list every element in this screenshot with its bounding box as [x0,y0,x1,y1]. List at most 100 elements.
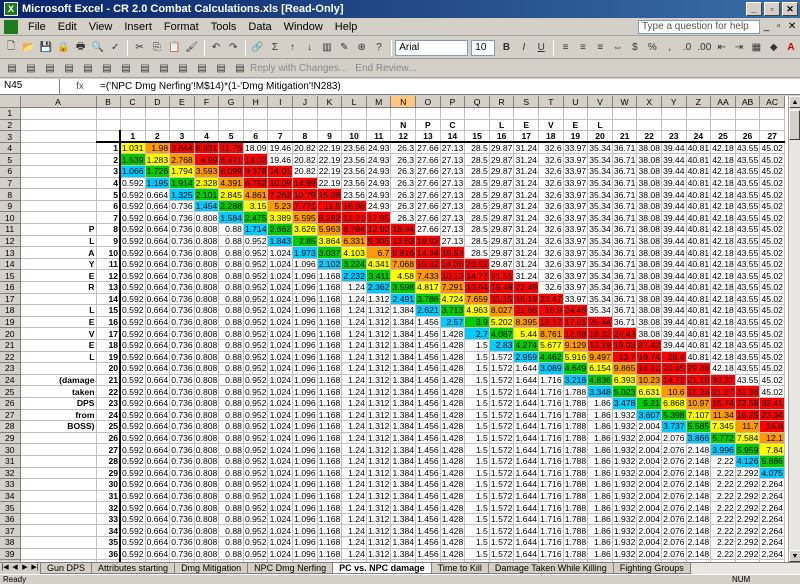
cell-n6[interactable]: 26.3 [390,165,417,178]
paste-icon[interactable]: 📋 [166,39,182,57]
cell-ac23[interactable]: 45.02 [759,362,785,375]
cell-i16[interactable]: 1.024 [267,281,294,294]
cell-c7[interactable]: 0.592 [120,177,146,190]
cell-b2[interactable] [96,119,121,132]
cell-u13[interactable]: 33.97 [563,246,589,259]
cell-c31[interactable]: 0.592 [120,455,146,468]
cell-i17[interactable]: 1.024 [267,293,294,306]
cell-y4[interactable]: 39.44 [661,142,687,155]
cell-h25[interactable]: 0.952 [243,385,269,398]
cell-e23[interactable]: 0.736 [169,362,195,375]
row-header[interactable]: 20 [0,327,21,340]
cell-u23[interactable]: 4.649 [563,362,589,375]
cell-w30[interactable]: 1.932 [612,443,638,456]
cell-e27[interactable]: 0.736 [169,409,195,422]
cell-d15[interactable]: 0.664 [145,269,171,282]
column-header-h[interactable]: H [243,96,269,109]
cell-q30[interactable]: 1.5 [464,443,490,456]
cell-r30[interactable]: 1.572 [489,443,515,456]
spreadsheet-grid[interactable]: A B C D E F G H I J K L M N O P Q R S T U V W X Y Z AA AB AC 1 2 N P C L E V… [0,96,788,562]
cell-r23[interactable]: 1.572 [489,362,515,375]
cell-x22[interactable]: 19.74 [636,351,662,364]
cell-a29[interactable] [20,432,97,445]
cell-m35[interactable]: 1.312 [366,501,392,514]
prev-sheet-icon[interactable]: ◀ [10,563,20,571]
cell-ac26[interactable]: 32.41 [759,397,785,410]
drawing-icon[interactable]: ✎ [336,39,352,57]
cell-aa4[interactable]: 42.18 [710,142,736,155]
cell-c33[interactable]: 0.592 [120,478,146,491]
cell-z29[interactable]: 3.866 [686,432,712,445]
cell-d33[interactable]: 0.664 [145,478,171,491]
cell-i38[interactable]: 1.024 [267,536,294,549]
cell-g35[interactable]: 0.88 [218,501,244,514]
cell-a6[interactable] [20,165,97,178]
cell-v27[interactable]: 1.86 [587,409,613,422]
cell-ab2[interactable] [735,119,761,132]
column-header-t[interactable]: T [538,96,564,109]
cell-n30[interactable]: 1.384 [390,443,417,456]
cell-n17[interactable]: 2.491 [390,293,417,306]
cell-h37[interactable]: 0.952 [243,524,269,538]
cell-u29[interactable]: 1.788 [563,432,589,445]
row-header[interactable]: 28 [0,420,21,433]
cell-c2[interactable] [120,119,146,132]
fx-icon[interactable]: fx [60,81,100,92]
cell-m39[interactable]: 1.312 [366,548,392,561]
cell-m2[interactable] [366,119,392,132]
row-header[interactable]: 8 [0,188,21,201]
cell-y39[interactable]: 2.076 [661,548,687,561]
cell-p21[interactable]: 1.428 [440,339,466,352]
cell-l33[interactable]: 1.24 [341,478,367,491]
cell-s13[interactable]: 31.24 [513,246,540,259]
cell-r28[interactable]: 1.572 [489,420,515,433]
cell-p4[interactable]: 27.13 [440,142,466,155]
document-icon[interactable] [4,19,18,34]
cell-c11[interactable]: 0.592 [120,223,146,236]
cell-d14[interactable]: 0.664 [145,258,171,271]
cell-ab12[interactable]: 43.55 [735,235,761,248]
cell-ac1[interactable] [759,107,785,120]
cell-j18[interactable]: 1.096 [292,304,318,317]
cell-e11[interactable]: 0.736 [169,223,195,236]
cell-l26[interactable]: 1.24 [341,397,367,410]
cell-t38[interactable]: 1.716 [538,536,564,549]
cell-h35[interactable]: 0.952 [243,501,269,514]
cell-ac3[interactable]: 27 [759,130,785,144]
cell-e5[interactable]: 2.768 [169,153,195,167]
review-icon-13[interactable]: ▤ [231,60,249,78]
cell-g6[interactable]: 6.099 [218,165,244,178]
cell-f20[interactable]: 0.808 [194,327,220,340]
cell-b19[interactable]: 16 [96,316,121,329]
cell-d4[interactable]: 1.98 [145,142,171,155]
cell-u3[interactable]: 19 [563,130,589,144]
cell-x28[interactable]: 2.004 [636,420,662,433]
cell-t26[interactable]: 1.716 [538,397,564,410]
cell-s10[interactable]: 31.24 [513,211,540,225]
cell-p3[interactable]: 14 [440,130,466,144]
cell-s37[interactable]: 1.644 [513,524,540,538]
column-header-m[interactable]: M [366,96,392,109]
cell-m15[interactable]: 3.411 [366,269,392,282]
cell-w24[interactable]: 6.393 [612,374,638,387]
cell-w39[interactable]: 1.932 [612,548,638,561]
cell-q3[interactable]: 15 [464,130,490,144]
column-header-g[interactable]: G [218,96,244,109]
cell-f32[interactable]: 0.808 [194,467,220,480]
cell-w3[interactable]: 21 [612,130,638,144]
cell-e26[interactable]: 0.736 [169,397,195,410]
cell-x20[interactable]: 38.08 [636,327,662,340]
cell-b25[interactable]: 22 [96,385,121,398]
cell-r27[interactable]: 1.572 [489,409,515,422]
review-icon-8[interactable]: ▤ [136,60,154,78]
row-header[interactable]: 12 [0,235,21,248]
review-icon-5[interactable]: ▤ [79,60,97,78]
cell-q4[interactable]: 28.5 [464,142,490,155]
maximize-button[interactable]: ▫ [764,2,780,16]
cell-a24[interactable]: (damage [20,374,97,387]
cell-a11[interactable]: P [20,223,97,236]
cell-ac10[interactable]: 45.02 [759,211,785,225]
cell-w20[interactable]: 26.43 [612,327,638,340]
row-header[interactable]: 23 [0,362,21,375]
increase-indent-icon[interactable]: ⇥ [731,39,747,57]
